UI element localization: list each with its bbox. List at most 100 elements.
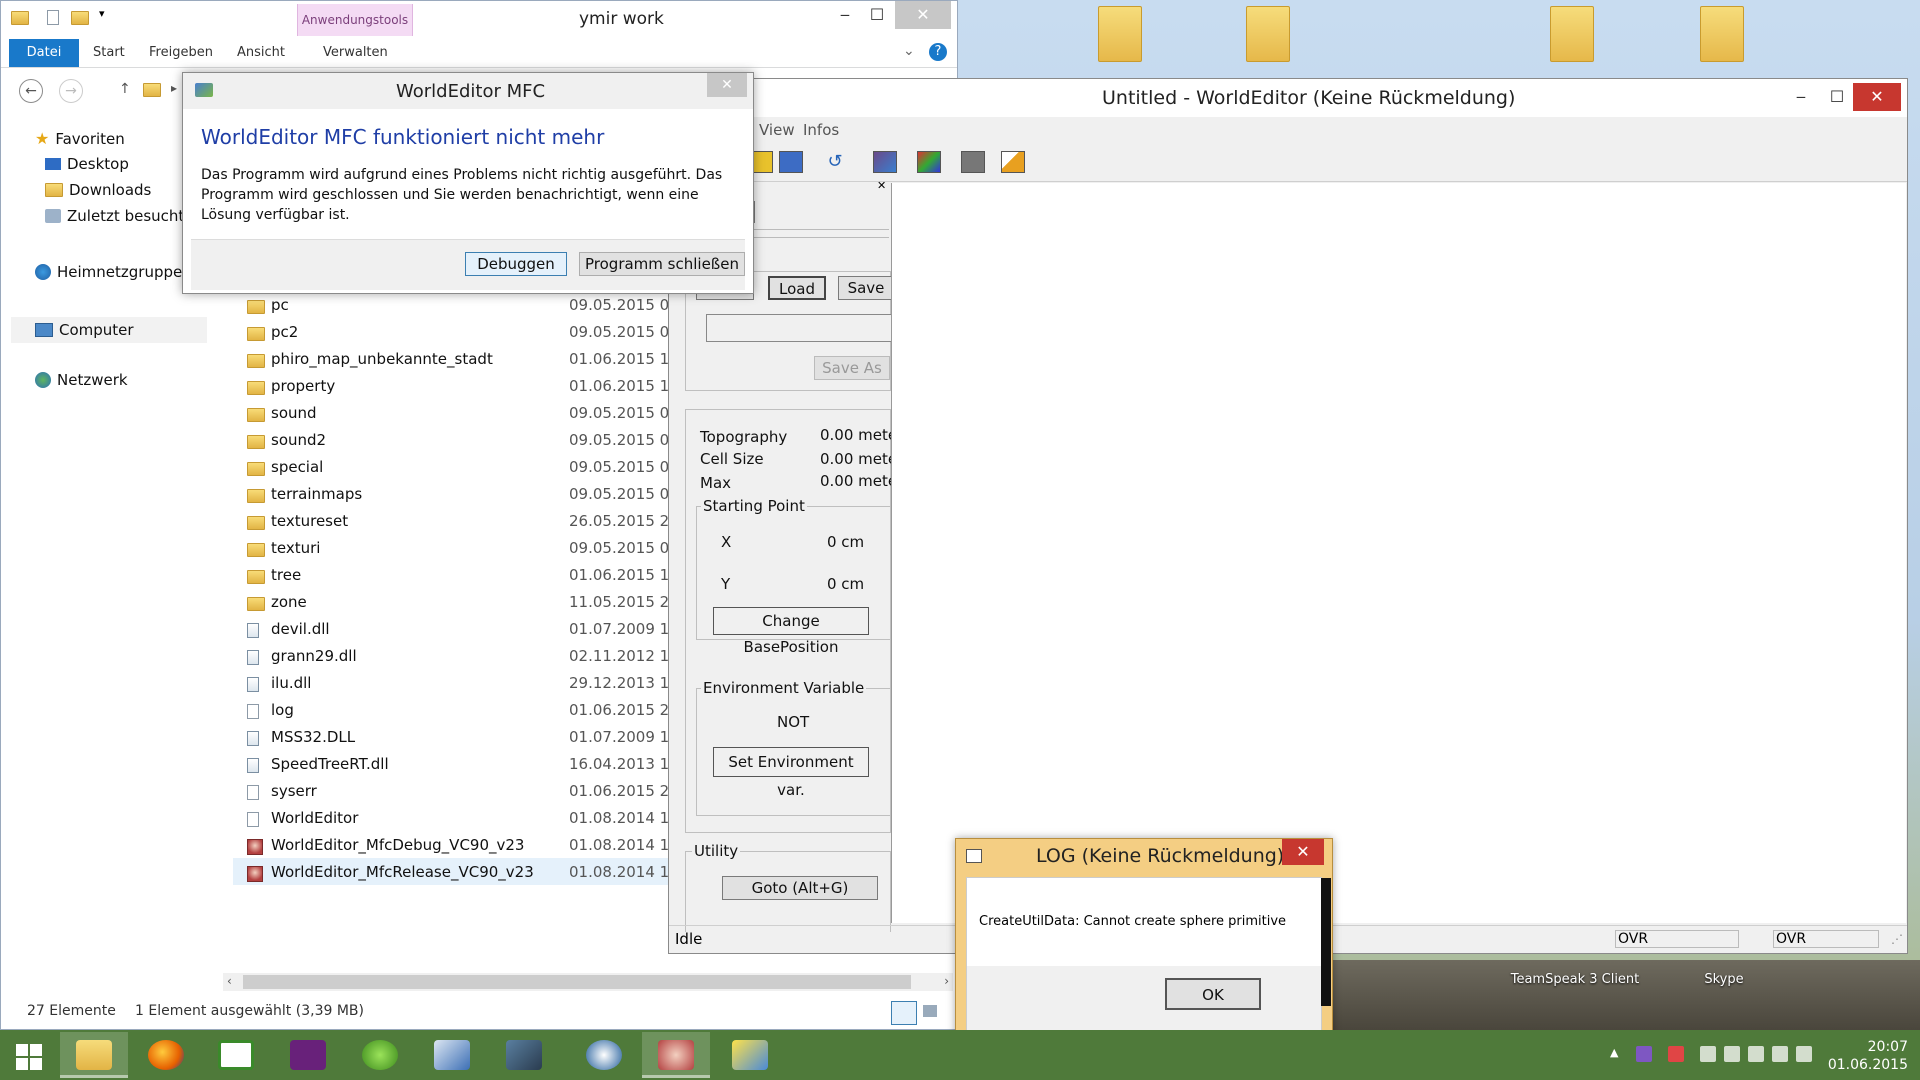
file-row[interactable]: SpeedTreeRT.dll 16.04.2013 17:0 [233, 750, 673, 777]
file-row[interactable]: terrainmaps 09.05.2015 00: [233, 480, 673, 507]
usb-icon[interactable] [1748, 1046, 1764, 1062]
skype-shortcut[interactable]: Skype [1684, 972, 1764, 987]
taskbar-camtasia[interactable] [202, 1032, 270, 1078]
toolbar-icon[interactable] [961, 151, 985, 173]
file-row[interactable]: ilu.dll 29.12.2013 17:0 [233, 669, 673, 696]
file-row[interactable]: special 09.05.2015 00:0 [233, 453, 673, 480]
taskbar-worldeditor[interactable] [642, 1032, 710, 1078]
file-row[interactable]: grann29.dll 02.11.2012 15:3 [233, 642, 673, 669]
editor-canvas[interactable] [891, 183, 1906, 923]
taskbar-explorer[interactable] [60, 1032, 128, 1078]
up-icon[interactable]: ↑ [119, 81, 131, 97]
file-row[interactable]: MSS32.DLL 01.07.2009 10:4 [233, 723, 673, 750]
close-button[interactable]: ✕ [1853, 83, 1901, 111]
save-as-button[interactable]: Save As [814, 356, 890, 380]
new-folder-quick-icon[interactable] [71, 10, 89, 25]
forward-icon[interactable]: → [59, 79, 83, 103]
file-row[interactable]: texturi 09.05.2015 00: [233, 534, 673, 561]
close-button[interactable]: ✕ [895, 1, 951, 29]
nav-favorites[interactable]: ★ Favoriten [35, 129, 125, 148]
desktop-folder-icon[interactable] [1532, 6, 1612, 62]
tiles-view-icon[interactable] [923, 1005, 937, 1017]
taskbar-firefox[interactable] [132, 1032, 200, 1078]
monitor-icon[interactable] [779, 151, 803, 173]
nav-recent[interactable]: Zuletzt besucht [45, 207, 184, 225]
nav-computer[interactable]: Computer [11, 317, 207, 343]
flag-icon[interactable] [1700, 1046, 1716, 1062]
undo-icon[interactable]: ↺ [823, 151, 847, 173]
file-row[interactable]: tree 01.06.2015 18:4 [233, 561, 673, 588]
close-button[interactable]: ✕ [1282, 839, 1324, 865]
signal-icon[interactable] [1796, 1046, 1812, 1062]
folder-quick-icon[interactable] [11, 10, 29, 25]
tab-ansicht[interactable]: Ansicht [237, 39, 285, 67]
toolbar-icon[interactable] [873, 151, 897, 173]
menu-view[interactable]: View [759, 121, 795, 139]
file-row[interactable]: pc2 09.05.2015 00:0 [233, 318, 673, 345]
taskbar-app[interactable] [346, 1032, 414, 1078]
nav-downloads[interactable]: Downloads [45, 181, 151, 199]
tab-start[interactable]: Start [93, 39, 125, 67]
close-program-button[interactable]: Programm schließen [579, 252, 745, 276]
details-view-icon[interactable] [891, 1001, 917, 1025]
minimize-button[interactable]: ‒ [1781, 83, 1821, 111]
volume-icon[interactable] [1772, 1046, 1788, 1062]
back-icon[interactable]: ← [19, 79, 43, 103]
file-row[interactable]: sound 09.05.2015 00:0 [233, 399, 673, 426]
file-row[interactable]: textureset 26.05.2015 21:5 [233, 507, 673, 534]
ok-button[interactable]: OK [1165, 978, 1261, 1010]
taskbar-visual-studio[interactable] [274, 1032, 342, 1078]
crash-dialog-titlebar[interactable]: WorldEditor MFC ✕ [183, 73, 753, 109]
load-button[interactable]: Load [768, 276, 826, 300]
help-icon[interactable]: ? [929, 43, 947, 61]
file-row[interactable]: syserr 01.06.2015 20:0 [233, 777, 673, 804]
goto-button[interactable]: Goto (Alt+G) [722, 876, 878, 900]
change-baseposition-button[interactable]: Change BasePosition [713, 607, 869, 656]
palette-icon[interactable] [917, 151, 941, 173]
teamspeak-shortcut[interactable]: TeamSpeak 3 Client [1500, 972, 1650, 987]
file-row[interactable]: pc 09.05.2015 00:0 [233, 291, 673, 318]
menu-infos[interactable]: Infos [803, 121, 839, 139]
chevron-down-icon[interactable]: ▾ [99, 7, 105, 20]
taskbar-network-app[interactable] [418, 1032, 486, 1078]
pencil-icon[interactable] [1001, 151, 1025, 173]
scroll-left-icon[interactable]: ‹ [227, 974, 232, 988]
maximize-button[interactable]: ☐ [1817, 83, 1857, 111]
file-row[interactable]: WorldEditor_MfcDebug_VC90_v23 01.08.2014 … [233, 831, 673, 858]
properties-quick-icon[interactable] [47, 10, 59, 25]
clock[interactable]: 20:07 01.06.2015 [1828, 1038, 1908, 1074]
tray-expand-icon[interactable]: ▲ [1610, 1046, 1618, 1059]
file-row[interactable]: WorldEditor 01.08.2014 18:2 [233, 804, 673, 831]
desktop-folder-icon[interactable] [1228, 6, 1308, 62]
taskbar-teamspeak[interactable] [570, 1032, 638, 1078]
battery-icon[interactable] [1724, 1046, 1740, 1062]
chevron-right-icon[interactable]: ▸ [171, 81, 177, 95]
debug-button[interactable]: Debuggen [465, 252, 567, 276]
file-row[interactable]: zone 11.05.2015 21:5 [233, 588, 673, 615]
worldeditor-titlebar[interactable]: Untitled - WorldEditor (Keine Rückmeldun… [669, 79, 1907, 117]
horizontal-scrollbar[interactable]: ‹ › [223, 973, 953, 991]
nav-homegroup[interactable]: Heimnetzgruppe [35, 263, 182, 281]
tab-verwalten[interactable]: Verwalten [323, 39, 388, 67]
tab-freigeben[interactable]: Freigeben [149, 39, 213, 67]
file-row[interactable]: property 01.06.2015 18: [233, 372, 673, 399]
set-environment-button[interactable]: Set Environment var. [713, 747, 869, 799]
explorer-titlebar[interactable]: ▾ Anwendungstools ymir work ‒ ☐ ✕ [1, 1, 957, 39]
nav-network[interactable]: Netzwerk [35, 371, 128, 389]
file-row[interactable]: devil.dll 01.07.2009 10:4 [233, 615, 673, 642]
taskbar-error-reporting[interactable] [716, 1032, 784, 1078]
scroll-right-icon[interactable]: › [944, 974, 949, 988]
file-row[interactable]: sound2 09.05.2015 00:0 [233, 426, 673, 453]
nav-desktop[interactable]: Desktop [45, 155, 129, 173]
viber-icon[interactable] [1636, 1046, 1652, 1062]
maximize-button[interactable]: ☐ [857, 1, 897, 29]
tab-datei[interactable]: Datei [9, 39, 79, 67]
scrollbar-thumb[interactable] [243, 975, 911, 989]
file-row[interactable]: phiro_map_unbekannte_stadt 01.06.2015 18:… [233, 345, 673, 372]
tray-app-icon[interactable] [1668, 1046, 1684, 1062]
desktop-folder-icon[interactable] [1682, 6, 1762, 62]
save-button[interactable]: Save [838, 276, 894, 300]
taskbar-app-2[interactable] [490, 1032, 558, 1078]
close-button[interactable]: ✕ [707, 73, 747, 97]
map-name-field[interactable] [706, 314, 892, 342]
